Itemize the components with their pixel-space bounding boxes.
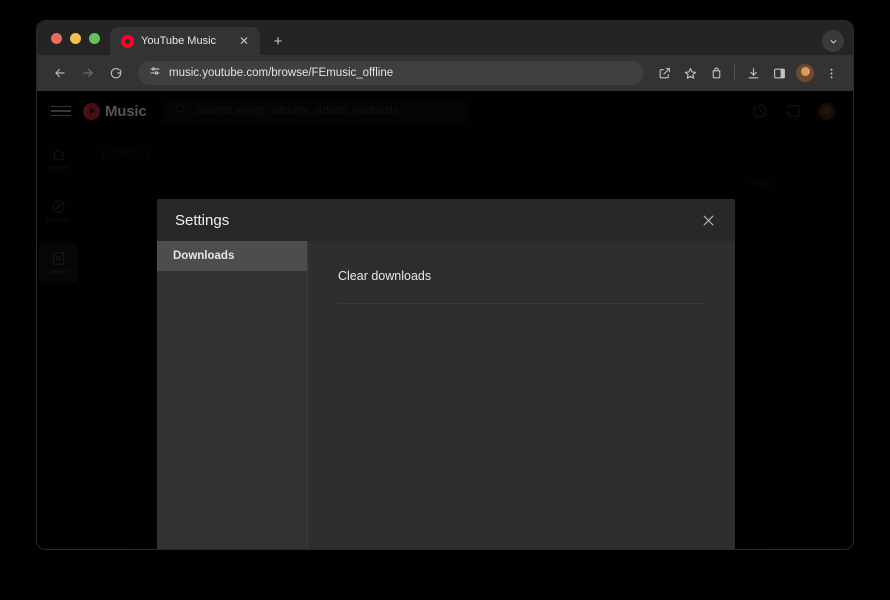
dialog-sidebar: Downloads (157, 241, 308, 549)
profile-avatar[interactable] (793, 61, 817, 85)
close-tab-icon[interactable]: ✕ (236, 33, 252, 49)
youtube-music-favicon (121, 35, 134, 48)
settings-dialog: Settings Downloads Clear downloads (157, 199, 735, 549)
dialog-tab-downloads[interactable]: Downloads (157, 241, 307, 271)
back-button[interactable] (47, 60, 73, 86)
side-panel-icon[interactable] (767, 61, 791, 85)
close-icon[interactable] (695, 207, 721, 233)
browser-window: YouTube Music ✕ + (36, 20, 854, 550)
new-tab-button[interactable]: + (266, 29, 290, 53)
downloads-icon[interactable] (741, 61, 765, 85)
share-icon[interactable] (652, 61, 676, 85)
browser-tab[interactable]: YouTube Music ✕ (110, 27, 260, 55)
chrome-menu-icon[interactable] (819, 61, 843, 85)
tune-icon[interactable] (149, 64, 161, 82)
extensions-icon[interactable] (704, 61, 728, 85)
window-controls (47, 21, 110, 55)
dialog-title: Settings (175, 212, 229, 229)
tab-strip: YouTube Music ✕ + (37, 21, 853, 55)
minimize-window-button[interactable] (70, 33, 81, 44)
reload-button[interactable] (103, 60, 129, 86)
dialog-body: Downloads Clear downloads (157, 241, 735, 549)
tab-title: YouTube Music (141, 35, 229, 47)
dialog-main-panel: Clear downloads (308, 241, 735, 549)
close-window-button[interactable] (51, 33, 62, 44)
address-bar[interactable]: music.youtube.com/browse/FEmusic_offline (138, 61, 643, 85)
dialog-header: Settings (157, 199, 735, 241)
address-bar-url: music.youtube.com/browse/FEmusic_offline (169, 67, 393, 79)
clear-downloads-row[interactable]: Clear downloads (338, 269, 703, 304)
browser-toolbar: music.youtube.com/browse/FEmusic_offline (37, 55, 853, 91)
youtube-music-page: Music Search songs, albums, artists, pod… (37, 91, 853, 549)
bookmark-star-icon[interactable] (678, 61, 702, 85)
toolbar-divider (734, 65, 735, 81)
maximize-window-button[interactable] (89, 33, 100, 44)
tab-list-chevron-down-icon[interactable] (822, 30, 844, 52)
forward-button[interactable] (75, 60, 101, 86)
